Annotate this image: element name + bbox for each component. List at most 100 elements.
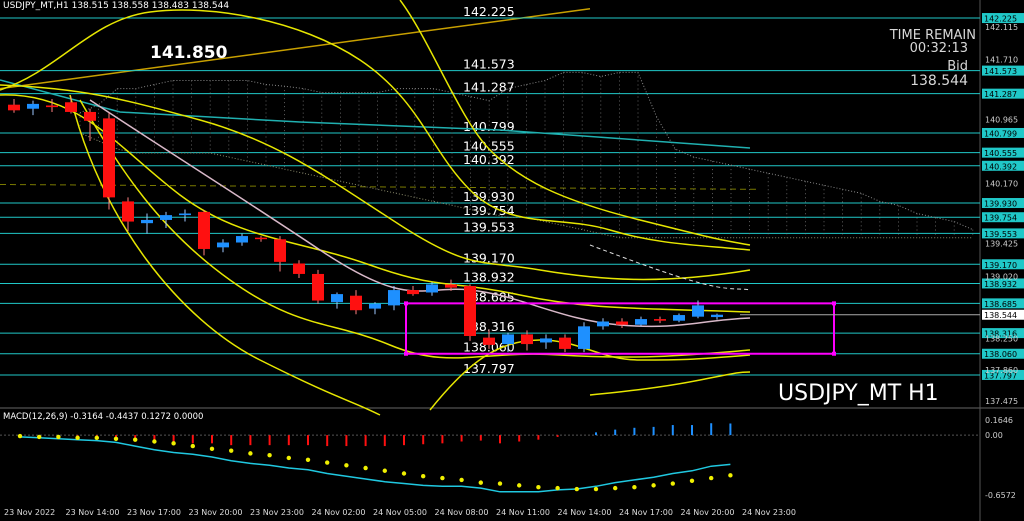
candle-body bbox=[274, 239, 286, 262]
candle-body bbox=[540, 338, 552, 343]
price-axis-tick: 141.710 bbox=[985, 56, 1018, 65]
symbol-timeframe: USDJPY_MT,H1 bbox=[3, 1, 69, 11]
time-axis-label: 24 Nov 14:00 bbox=[558, 508, 612, 517]
chart-header: USDJPY_MT,H1 138.515 138.558 138.483 138… bbox=[3, 1, 229, 11]
range-box-handle bbox=[832, 301, 836, 306]
cloud-span-a bbox=[79, 71, 973, 231]
price-axis-tick: 140.170 bbox=[985, 180, 1018, 189]
macd-signal-dot bbox=[305, 457, 311, 462]
macd-signal-dot bbox=[75, 435, 80, 441]
level-tag-label: 139.930 bbox=[984, 200, 1017, 209]
candle-body bbox=[407, 290, 419, 295]
ohlc-values: 138.515 138.558 138.483 138.544 bbox=[71, 1, 230, 11]
level-tag-label: 141.573 bbox=[984, 67, 1017, 76]
time-remain-value: 00:32:13 bbox=[909, 41, 968, 56]
candle-body bbox=[445, 284, 457, 288]
candle-body bbox=[673, 315, 685, 321]
candle-body bbox=[502, 334, 514, 345]
price-axis-tick: 139.020 bbox=[985, 272, 1018, 281]
macd-signal-dot bbox=[632, 485, 637, 490]
candle-body bbox=[597, 321, 609, 327]
time-axis-label: 23 Nov 14:00 bbox=[66, 508, 120, 517]
candle-body bbox=[635, 319, 647, 325]
pink-ma-line bbox=[89, 99, 751, 328]
candle-body bbox=[198, 211, 210, 249]
chart-window[interactable]: 142.225 142.225 141.573 141.573 141.287 141.2… bbox=[0, 0, 1024, 521]
candle-body bbox=[369, 303, 381, 309]
candle-body bbox=[8, 104, 20, 111]
macd-signal-dot bbox=[344, 463, 349, 468]
macd-signal-dot bbox=[133, 437, 138, 442]
candle-body bbox=[426, 284, 438, 293]
macd-signal-dot bbox=[248, 451, 253, 456]
candle-body bbox=[350, 295, 362, 311]
macd-signal-dot bbox=[267, 453, 272, 458]
time-axis-label: 24 Nov 08:00 bbox=[435, 508, 489, 517]
macd-signal-dot bbox=[113, 436, 119, 441]
candle-body bbox=[236, 236, 248, 243]
level-label: 141.287 bbox=[463, 80, 515, 95]
bid-value: 138.544 bbox=[910, 73, 968, 89]
price-axis-tick: 139.425 bbox=[985, 240, 1018, 249]
macd-signal-dot bbox=[152, 439, 157, 444]
time-axis-label: 23 Nov 2022 bbox=[4, 508, 55, 517]
level-tag-label: 141.287 bbox=[984, 90, 1017, 99]
level-tag-label: 140.799 bbox=[984, 129, 1017, 138]
macd-signal-dot bbox=[286, 455, 291, 461]
time-axis-label: 23 Nov 17:00 bbox=[127, 508, 181, 517]
price-chart[interactable]: 142.225 142.225141.573 141.573141.287 141.2… bbox=[0, 0, 1024, 521]
level-tag-label: 140.392 bbox=[984, 162, 1017, 171]
level-tag-label: 138.060 bbox=[984, 350, 1017, 359]
gold-trend-line bbox=[0, 8, 591, 90]
candle-body bbox=[654, 319, 666, 321]
macd-signal-dot bbox=[421, 474, 426, 479]
macd-header: MACD(12,26,9) -0.3164 -0.4437 0.1272 0.0… bbox=[3, 412, 204, 422]
macd-axis-tick: -0.6572 bbox=[985, 491, 1016, 500]
macd-signal-dot bbox=[574, 486, 579, 492]
candle-body bbox=[179, 213, 191, 216]
outer-upper-band-b bbox=[399, 0, 751, 246]
macd-signal-dot bbox=[229, 448, 234, 453]
level-label: 137.797 bbox=[463, 361, 515, 376]
macd-signal-dot bbox=[613, 485, 618, 491]
macd-signal-dot bbox=[94, 435, 100, 441]
macd-signal-dot bbox=[363, 465, 368, 471]
macd-signal-dot bbox=[593, 486, 599, 492]
level-label: 141.573 bbox=[463, 57, 515, 72]
candle-body bbox=[692, 305, 704, 317]
candle-body bbox=[103, 118, 115, 198]
price-axis-tick: 138.250 bbox=[985, 334, 1018, 343]
level-tag-label: 139.170 bbox=[984, 261, 1017, 270]
candle-body bbox=[84, 111, 96, 121]
macd-signal-dot bbox=[459, 477, 464, 483]
macd-signal-dot bbox=[651, 483, 656, 488]
candle-body bbox=[217, 242, 229, 248]
macd-signal-dot bbox=[517, 483, 522, 488]
lower-band bbox=[79, 99, 751, 359]
candle-body bbox=[293, 263, 305, 274]
level-tag-label: 140.555 bbox=[984, 149, 1017, 158]
macd-signal-dot bbox=[670, 481, 675, 486]
level-tag-label: 139.553 bbox=[984, 230, 1017, 239]
candle-body bbox=[141, 219, 153, 224]
macd-signal-dot bbox=[440, 475, 445, 481]
macd-signal-dot bbox=[325, 460, 330, 465]
macd-signal-dot bbox=[709, 475, 714, 481]
macd-axis-tick: 0.1646 bbox=[985, 416, 1013, 425]
macd-signal-dot bbox=[689, 478, 695, 484]
macd-signal-dot bbox=[497, 481, 503, 486]
candle-body bbox=[331, 294, 343, 303]
bid-label: Bid bbox=[947, 59, 968, 74]
price-axis-tick: 137.860 bbox=[985, 366, 1018, 375]
time-axis-label: 23 Nov 20:00 bbox=[189, 508, 243, 517]
candle-body bbox=[578, 326, 590, 349]
candle-body bbox=[483, 337, 495, 345]
macd-signal-dot bbox=[37, 434, 42, 440]
candle-body bbox=[122, 201, 134, 222]
macd-signal-dot bbox=[382, 468, 387, 473]
range-box-handle bbox=[404, 351, 408, 356]
time-axis-label: 24 Nov 02:00 bbox=[312, 508, 366, 517]
level-tag-label: 138.685 bbox=[984, 300, 1017, 309]
macd-signal-dot bbox=[56, 434, 61, 440]
price-axis-tick: 137.475 bbox=[985, 397, 1018, 406]
